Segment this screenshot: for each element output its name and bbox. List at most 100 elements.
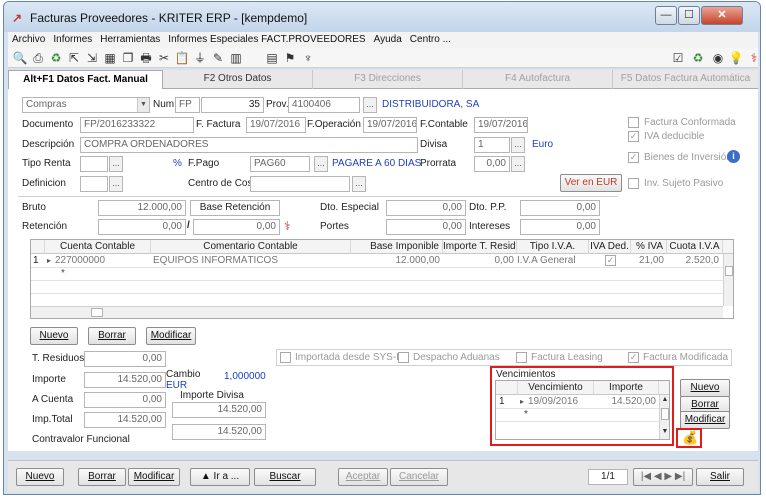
menu-archivo[interactable]: Archivo [8,32,49,48]
prorrata-field[interactable]: 0,00 [474,156,510,172]
prev-record-icon[interactable]: ◀ [654,471,662,482]
exit-icon[interactable]: ⚕ [746,50,760,66]
intereses-field[interactable]: 0,00 [520,219,600,235]
fcontable-field[interactable]: 19/07/2016 [474,117,528,133]
preview-icon[interactable]: 🔍 [12,50,28,66]
lines-nuevo-button[interactable]: Nuevo [30,327,78,345]
prorrata-lookup-button[interactable]: ... [511,156,525,172]
centro-coste-field[interactable] [250,176,350,192]
maximize-button[interactable]: ☐ [678,6,700,25]
centro-coste-lookup-button[interactable]: ... [352,176,366,192]
lines-borrar-button[interactable]: Borrar [88,327,136,345]
money-bag-icon[interactable]: 💰 [682,430,698,446]
fpago-lookup-button[interactable]: ... [314,156,328,172]
despacho-checkbox[interactable] [398,352,409,363]
documento-field[interactable]: FP/2016233322 [80,117,194,133]
col-vencimiento[interactable]: Vencimiento [518,381,594,395]
cell-tipo-iva[interactable]: I.V.A General [517,255,589,267]
nuevo-button[interactable]: Nuevo [16,468,64,486]
definicion-field[interactable] [80,176,108,192]
tab-otros-datos[interactable]: F2 Otros Datos [163,70,313,89]
col-cuenta-contable[interactable]: Cuenta Contable [45,240,151,254]
cut-icon[interactable]: ✂ [156,50,172,66]
col-importe-residuos[interactable]: Importe T. Residuos [443,240,517,254]
import-icon[interactable]: ⇲ [84,50,100,66]
cell-comentario[interactable]: EQUIPOS INFORMÁTICOS [153,255,349,267]
num-value-field[interactable]: 35 [201,97,264,113]
paste-icon[interactable]: 📋 [174,50,190,66]
inv-sujeto-pasivo-checkbox[interactable] [628,178,639,189]
col-pct-iva[interactable]: % IVA [631,240,667,254]
cell-importe[interactable]: 14.520,00 [594,396,657,408]
tresiduos-field[interactable]: 0,00 [84,351,166,367]
tab-direcciones[interactable]: F3 Direcciones [313,70,463,89]
printer-icon[interactable]: 🖶 [138,50,154,66]
dto-especial-field[interactable]: 0,00 [386,200,466,216]
first-record-icon[interactable]: |◀ [641,471,651,482]
cell-cuenta[interactable]: 227000000 [55,255,149,267]
close-button[interactable]: ✕ [701,6,743,25]
borrar-button[interactable]: Borrar [78,468,126,486]
importe-divisa-field[interactable]: 14.520,00 [172,402,266,418]
buscar-button[interactable]: Buscar [254,468,316,486]
col-base-imponible[interactable]: Base Imponible [351,240,443,254]
tab-datos-factura-automatica[interactable]: F5 Datos Factura Automática [613,70,758,89]
chevron-down-icon[interactable]: ▼ [137,98,149,112]
iva-deducible-checkbox[interactable]: ✓ [628,131,639,142]
tiporenta-lookup-button[interactable]: ... [109,156,123,172]
imptotal-field[interactable]: 14.520,00 [84,412,166,428]
bulb-icon[interactable]: 💡 [728,50,744,66]
info-icon[interactable]: i [727,150,740,163]
scroll-up-icon[interactable]: ▲ [660,396,669,403]
copy-icon[interactable]: ❐ [120,50,136,66]
bienes-inversion-checkbox[interactable]: ✓ [628,152,639,163]
menu-herramientas[interactable]: Herramientas [96,32,164,48]
aceptar-button[interactable]: Aceptar [338,468,388,486]
venc-modificar-button[interactable]: Modificar [680,411,730,429]
menu-informes-especiales[interactable]: Informes Especiales FACT.PROVEEDORES [164,32,369,48]
export-icon[interactable]: ⇱ [66,50,82,66]
invoice-lines-grid[interactable]: Cuenta Contable Comentario Contable Base… [30,239,734,319]
eye-icon[interactable]: ◉ [710,50,726,66]
record-navigator[interactable]: |◀ ◀ ▶ ▶| [633,468,693,486]
col-iva-ded[interactable]: IVA Ded. [589,240,631,254]
importe-field[interactable]: 14.520,00 [84,372,166,388]
retencion-base-field[interactable]: 0,00 [193,219,280,235]
next-record-icon[interactable]: ▶ [664,471,672,482]
tipo-select[interactable]: Compras [22,97,150,113]
fpago-code-field[interactable]: PAG60 [250,156,310,172]
bruto-field[interactable]: 12.000,00 [98,200,186,216]
vencimientos-grid[interactable]: Vencimiento Importe 1 ▸ 19/09/2016 14.52… [495,380,670,440]
modificar-button[interactable]: Modificar [128,468,180,486]
num-serie-field[interactable]: FP [175,97,200,113]
importada-checkbox[interactable] [280,352,291,363]
contravalor-field[interactable]: 14.520,00 [172,424,266,440]
horizontal-scrollbar[interactable] [31,306,723,318]
leasing-checkbox[interactable] [516,352,527,363]
prov-lookup-button[interactable]: ... [363,97,377,113]
ffactura-field[interactable]: 19/07/2016 [246,117,306,133]
scrollbar-thumb[interactable] [661,408,669,420]
col-importe[interactable]: Importe [594,381,659,395]
foperacion-field[interactable]: 19/07/2016 [363,117,417,133]
factura-conformada-checkbox[interactable] [628,117,639,128]
calendar-icon[interactable]: ▦ [102,50,118,66]
col-comentario-contable[interactable]: Comentario Contable [151,240,351,254]
salir-button[interactable]: Salir [696,468,744,486]
definicion-lookup-button[interactable]: ... [109,176,123,192]
pencil-icon[interactable]: ✎ [210,50,226,66]
tree-icon[interactable]: ♆ [300,50,316,66]
dto-pp-field[interactable]: 0,00 [520,200,600,216]
vertical-scrollbar[interactable] [723,254,733,306]
lines-modificar-button[interactable]: Modificar [146,327,196,345]
ir-a-button[interactable]: ▲ Ir a ... [190,468,250,486]
modificada-checkbox[interactable]: ✓ [628,352,639,363]
h-scrollbar-thumb[interactable] [91,308,103,317]
divisa-lookup-button[interactable]: ... [511,137,525,153]
menu-ayuda[interactable]: Ayuda [370,32,406,48]
grid-icon[interactable]: ▥ [228,50,244,66]
portes-field[interactable]: 0,00 [386,219,466,235]
tab-datos-fact-manual[interactable]: Alt+F1 Datos Fact. Manual [8,70,163,90]
divisa-field[interactable]: 1 [474,137,510,153]
descripcion-field[interactable]: COMPRA ORDENADORES [80,137,418,153]
